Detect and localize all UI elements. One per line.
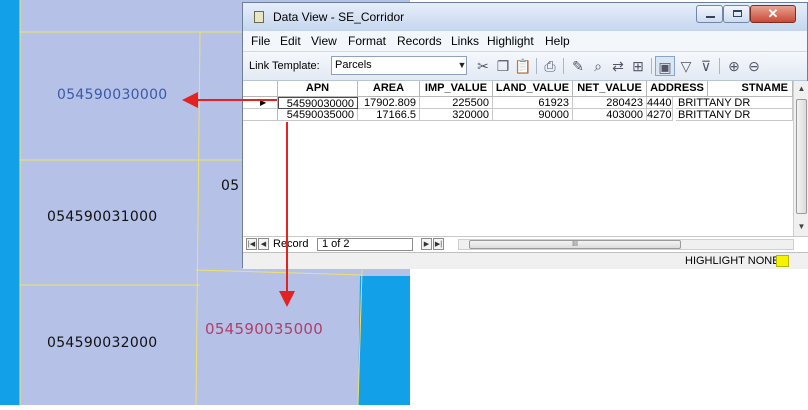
table-cell[interactable]: 4270: [647, 109, 673, 121]
row-selector-header: [243, 81, 278, 97]
table-cell[interactable]: 17166.5: [358, 109, 420, 121]
print-icon[interactable]: ⎙: [540, 56, 560, 76]
table-cell[interactable]: 225500: [420, 97, 493, 109]
toolbar-separator: [651, 58, 652, 74]
menu-view[interactable]: View: [311, 34, 337, 48]
find-icon[interactable]: ⌕: [588, 56, 608, 76]
vertical-scroll-thumb[interactable]: [796, 99, 807, 214]
menu-format[interactable]: Format: [348, 34, 386, 48]
toolbar-separator: [563, 58, 564, 74]
maximize-button[interactable]: [723, 5, 750, 23]
toolbar-separator: [719, 58, 720, 74]
vertical-scrollbar[interactable]: ▲ ▼: [793, 81, 808, 236]
table-cell[interactable]: 280423: [573, 97, 647, 109]
delete-record-icon[interactable]: ⊖: [744, 56, 764, 76]
close-icon: ✕: [767, 6, 779, 21]
data-view-window[interactable]: Data View - SE_Corridor ✕ File Edit View…: [242, 2, 808, 269]
current-record-icon: ▶: [260, 98, 267, 107]
parcel-label-054590030000[interactable]: 054590030000: [57, 87, 168, 103]
table-cell[interactable]: 17902.809: [358, 97, 420, 109]
column-header-apn[interactable]: APN: [278, 81, 358, 97]
table-icon: [254, 11, 264, 23]
title-bar[interactable]: Data View - SE_Corridor ✕: [243, 3, 807, 31]
replace-icon[interactable]: ⇄: [608, 56, 628, 76]
parcel-label-partial[interactable]: 05: [221, 178, 239, 194]
parcel-label-054590031000[interactable]: 054590031000: [47, 209, 158, 225]
data-grid[interactable]: APN AREA IMP_VALUE LAND_VALUE NET_VALUE …: [243, 81, 808, 236]
maximize-icon: [733, 10, 742, 17]
last-record-button[interactable]: ▶|: [433, 238, 444, 250]
parcel-label-054590032000[interactable]: 054590032000: [47, 335, 158, 351]
record-label: Record: [273, 238, 309, 250]
parcel-label-054590035000[interactable]: 054590035000: [205, 320, 323, 338]
menu-help[interactable]: Help: [545, 34, 570, 48]
first-record-button[interactable]: |◀: [246, 238, 257, 250]
scroll-down-icon[interactable]: ▼: [794, 221, 808, 233]
link-template-select[interactable]: Parcels: [331, 56, 467, 75]
row-selector[interactable]: ▶: [243, 97, 278, 109]
horizontal-scrollbar[interactable]: III: [458, 239, 794, 250]
copy-icon[interactable]: ❐: [493, 56, 513, 76]
menu-edit[interactable]: Edit: [280, 34, 301, 48]
table-cell[interactable]: 54590030000: [278, 97, 358, 110]
add-record-icon[interactable]: ⊕: [724, 56, 744, 76]
link-template-label: Link Template:: [249, 60, 320, 72]
next-record-button[interactable]: ▶: [421, 238, 432, 250]
table-cell[interactable]: BRITTANY DR: [676, 97, 793, 109]
filter-icon[interactable]: ▽: [676, 56, 696, 76]
table-cell[interactable]: 320000: [420, 109, 493, 121]
toolbar-separator: [536, 58, 537, 74]
water-right: [358, 276, 410, 405]
map-link-icon[interactable]: ⊞: [628, 56, 648, 76]
edit-icon[interactable]: ✎: [568, 56, 588, 76]
column-header-area[interactable]: AREA: [358, 81, 420, 97]
highlight-color-swatch[interactable]: [776, 255, 789, 267]
scroll-up-icon[interactable]: ▲: [794, 83, 808, 95]
menu-highlight[interactable]: Highlight: [487, 34, 534, 48]
table-cell[interactable]: 54590035000: [278, 109, 358, 121]
select-icon[interactable]: ▣: [655, 56, 675, 76]
row-selector[interactable]: [243, 109, 278, 121]
menu-links[interactable]: Links: [451, 34, 479, 48]
table-cell[interactable]: 403000: [573, 109, 647, 121]
menu-records[interactable]: Records: [397, 34, 442, 48]
record-navigator: |◀ ◀ Record 1 of 2 ▶ ▶| III: [243, 236, 808, 252]
paste-icon[interactable]: 📋: [513, 56, 533, 76]
window-title: Data View - SE_Corridor: [273, 10, 405, 24]
menu-bar: File Edit View Format Records Links High…: [243, 31, 807, 51]
column-header-stname[interactable]: STNAME: [708, 81, 793, 97]
status-bar: HIGHLIGHT NONE: [243, 252, 808, 269]
highlight-status: HIGHLIGHT NONE: [685, 255, 780, 267]
minimize-icon: [706, 16, 715, 18]
cut-icon[interactable]: ✂: [473, 56, 493, 76]
toolbar: Link Template: Parcels ▼ ✂ ❐ 📋 ⎙ ✎ ⌕ ⇄ ⊞…: [243, 51, 807, 81]
table-cell[interactable]: 90000: [493, 109, 573, 121]
column-header-net-value[interactable]: NET_VALUE: [573, 81, 647, 97]
table-cell[interactable]: 4440: [647, 97, 673, 109]
column-header-land-value[interactable]: LAND_VALUE: [493, 81, 573, 97]
table-cell[interactable]: 61923: [493, 97, 573, 109]
minimize-button[interactable]: [696, 5, 723, 23]
table-cell[interactable]: BRITTANY DR: [676, 109, 793, 121]
filter-clear-icon[interactable]: ⊽: [696, 56, 716, 76]
prev-record-button[interactable]: ◀: [258, 238, 269, 250]
record-position-field[interactable]: 1 of 2: [317, 238, 413, 251]
menu-file[interactable]: File: [251, 34, 270, 48]
horizontal-scroll-thumb[interactable]: III: [469, 240, 681, 249]
water-left: [0, 0, 20, 405]
column-header-address[interactable]: ADDRESS: [647, 81, 708, 97]
close-button[interactable]: ✕: [750, 5, 796, 23]
column-header-imp-value[interactable]: IMP_VALUE: [420, 81, 493, 97]
chevron-down-icon[interactable]: ▼: [457, 57, 467, 74]
